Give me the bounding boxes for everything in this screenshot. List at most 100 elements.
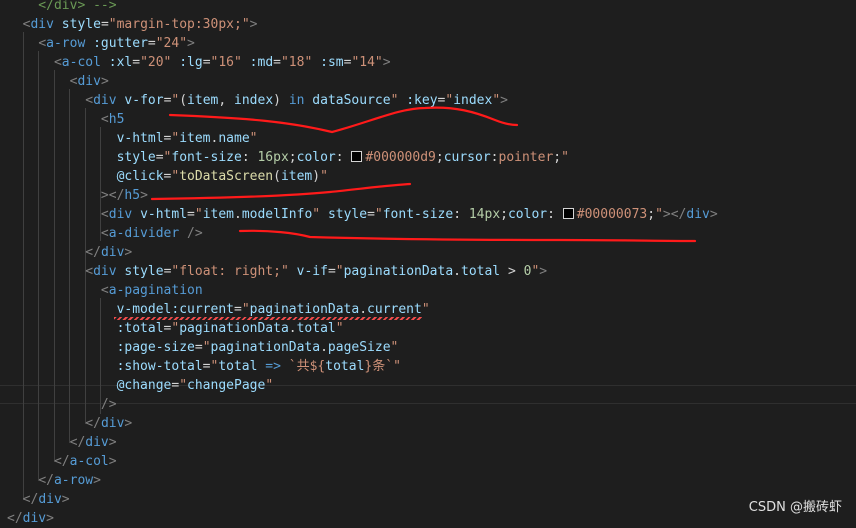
code-token: . [234, 207, 242, 222]
code-line[interactable]: </div> [7, 243, 132, 262]
code-line[interactable]: </div> [7, 509, 54, 528]
color-swatch-icon[interactable] [351, 151, 363, 162]
code-token: div [93, 93, 117, 108]
code-token: > [93, 473, 101, 488]
code-token: " [265, 378, 274, 393]
code-token: > [108, 454, 117, 469]
code-line[interactable]: </a-col> [7, 452, 117, 471]
code-token: pageSize [327, 340, 391, 355]
code-token: > [100, 74, 109, 89]
code-token: div [85, 435, 109, 450]
code-token: </ [38, 473, 54, 488]
code-token: div [38, 492, 62, 507]
code-token: #000000d9 [365, 150, 436, 165]
code-token: = [100, 17, 109, 32]
code-line[interactable]: </div> --> [7, 0, 117, 15]
code-token: "20" [140, 55, 172, 70]
code-token: = [202, 359, 211, 374]
code-token: h5 [108, 112, 125, 127]
code-token: = [327, 264, 336, 279]
code-token: . [359, 302, 368, 317]
code-token: " [421, 302, 430, 317]
code-line[interactable]: :total="paginationData.total" [7, 319, 344, 338]
code-token: paginationData [179, 321, 289, 336]
code-token: " [320, 169, 328, 184]
code-token: @click [116, 169, 164, 184]
code-line[interactable]: <a-divider /> [7, 224, 203, 243]
code-token: changePage [187, 378, 266, 393]
code-line[interactable]: <div v-html="item.modelInfo" style="font… [7, 205, 718, 224]
code-token: a-pagination [108, 283, 203, 298]
code-editor[interactable]: </div> --> <div style="margin-top:30px;"… [0, 0, 856, 526]
code-token: modelInfo [241, 207, 313, 222]
code-token: < [100, 112, 109, 127]
code-token: :key [406, 93, 438, 108]
code-line[interactable]: <a-row :gutter="24"> [7, 34, 195, 53]
code-token: . [288, 321, 297, 336]
code-token: < [85, 264, 94, 279]
code-token: </div> --> [7, 0, 117, 13]
code-line[interactable]: </div> [7, 490, 70, 509]
code-token: v-html [140, 207, 188, 222]
code-line[interactable]: @change="changePage" [7, 376, 274, 395]
code-line[interactable]: v-html="item.name" [7, 129, 258, 148]
code-token: : [241, 150, 258, 165]
code-token: = [202, 55, 211, 70]
code-token: style [116, 150, 156, 165]
code-token: ; [435, 150, 444, 165]
code-token: > [500, 264, 524, 279]
code-token: </ [69, 435, 86, 450]
code-token: " [561, 150, 569, 165]
code-line[interactable]: <div v-for="(item, index) in dataSource"… [7, 91, 508, 110]
code-token: > [124, 245, 133, 260]
code-token: /> [187, 226, 203, 241]
code-line[interactable]: </div> [7, 433, 117, 452]
code-line[interactable]: <h5 [7, 110, 124, 129]
code-token: = [273, 55, 281, 70]
code-token: toDataScreen [179, 169, 274, 184]
code-token: div [77, 74, 101, 89]
code-line[interactable]: <div style="float: right;" v-if="paginat… [7, 262, 547, 281]
code-token: :md [249, 55, 274, 70]
code-line[interactable]: <a-col :xl="20" :lg="16" :md="18" :sm="1… [7, 53, 391, 72]
code-line[interactable]: :page-size="paginationData.pageSize" [7, 338, 399, 357]
code-token: ></ [100, 188, 125, 203]
code-token: font-size [382, 207, 454, 222]
code-line[interactable]: </div> [7, 414, 132, 433]
code-line[interactable]: </a-row> [7, 471, 101, 490]
code-line[interactable]: :show-total="total => `共${total}条`" [7, 357, 401, 376]
code-token: " [390, 340, 399, 355]
code-line[interactable]: <div style="margin-top:30px;"> [7, 15, 258, 34]
code-token: = [194, 340, 203, 355]
code-token: ; [288, 150, 297, 165]
code-token: a-divider [108, 226, 180, 241]
code-line[interactable]: @click="toDataScreen(item)" [7, 167, 328, 186]
code-token: ; [500, 207, 508, 222]
code-token: " [655, 207, 663, 222]
code-token: , [218, 93, 235, 108]
code-token: > [108, 435, 117, 450]
watermark: CSDN @搬砖虾 [748, 500, 842, 515]
code-token: ) [312, 169, 321, 184]
code-line[interactable]: ></h5> [7, 186, 148, 205]
code-token: . [320, 340, 328, 355]
code-token: paginationData [343, 264, 454, 279]
code-line[interactable]: style="font-size: 16px;color: #000000d9;… [7, 148, 569, 167]
code-line[interactable]: <a-pagination [7, 281, 203, 300]
code-token: = [147, 36, 156, 51]
color-swatch-icon[interactable] [562, 208, 574, 219]
code-line[interactable]: <div> [7, 72, 109, 91]
code-line[interactable]: /> [7, 395, 117, 414]
